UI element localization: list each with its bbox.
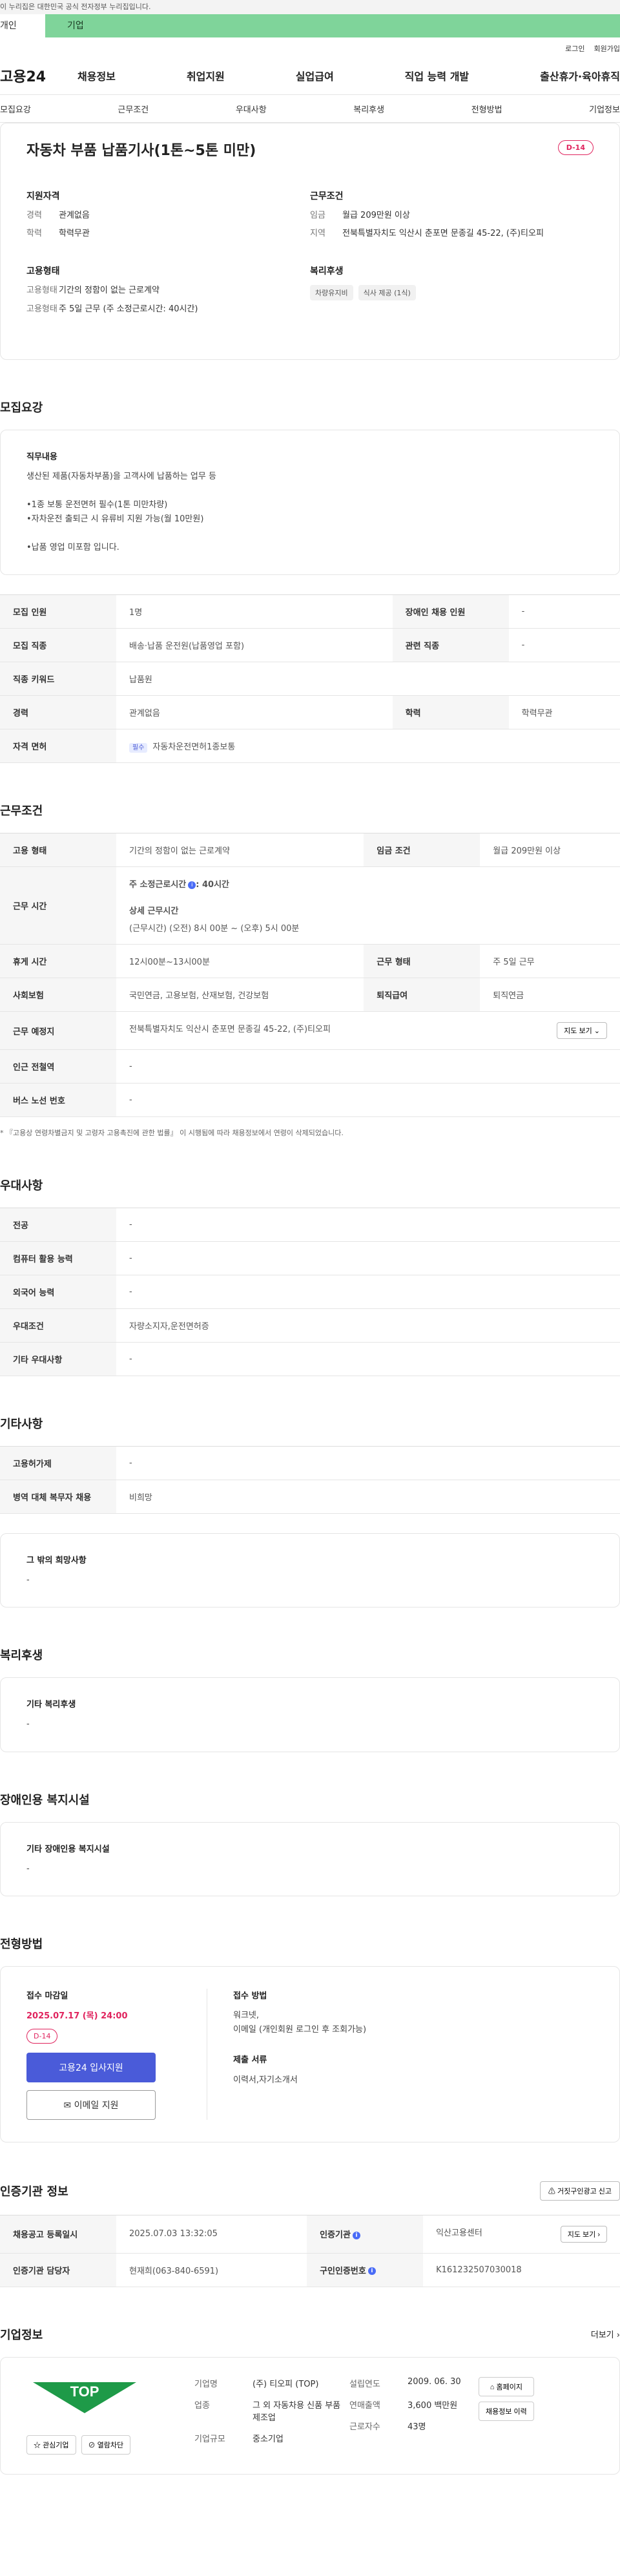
company-box: TOP ☆ 관심기업 ⊘ 열람차단 기업명 (주) 티오피 (TOP) 업종 그 외… xyxy=(0,2356,620,2475)
menu-skill-development[interactable]: 직업 능력 개발 xyxy=(405,68,469,83)
summary-qualifications: 지원자격 경력 관계없음 학력 학력무관 xyxy=(26,191,90,239)
favorite-company-button[interactable]: ☆ 관심기업 xyxy=(26,2435,76,2455)
apply-button[interactable]: 고용24 입사지원 xyxy=(26,2052,156,2082)
job-title: 자동차 부품 납품기사(1톤~5톤 미만) xyxy=(26,143,256,159)
anchor-welfare[interactable]: 복리후생 xyxy=(353,103,384,115)
tab-corporate[interactable]: 기업 xyxy=(45,14,620,37)
process-box: 접수 마감일 2025.07.17 (목) 24:00 D-14 고용24 입사… xyxy=(0,1965,620,2142)
anchor-work[interactable]: 근무조건 xyxy=(118,103,149,115)
section-title-welfare: 복리후생 xyxy=(0,1649,43,1663)
menu-employment-support[interactable]: 취업지원 xyxy=(187,68,225,83)
section-title-other: 기타사항 xyxy=(0,1418,43,1432)
menu-maternity-leave[interactable]: 출산휴가·육아휴직 xyxy=(540,68,620,83)
user-type-tabs: 개인 기업 xyxy=(0,14,620,37)
wish-box: 그 밖의 희망사항 - xyxy=(0,1533,620,1608)
alert-icon: ⚠ xyxy=(548,2187,555,2195)
welfare-chip: 식사 제공 (1식) xyxy=(358,285,416,301)
block-view-button[interactable]: ⊘ 열람차단 xyxy=(81,2435,131,2455)
summary-conditions: 근무조건 임금 월급 209만원 이상 지역 전북특별자치도 익산시 춘포면 문종길… xyxy=(310,191,544,239)
section-title-recruit: 모집요강 xyxy=(0,401,43,415)
duty-box: 직무내용 생산된 제품(자동차부품)을 고객사에 납품하는 업무 등 •1종 보… xyxy=(0,429,620,576)
global-nav: 고용24 채용정보 취업지원 실업급여 직업 능력 개발 출산휴가·육아휴직 xyxy=(0,59,620,92)
block-icon: ⊘ xyxy=(88,2441,96,2449)
job-summary-card: 자동차 부품 납품기사(1톤~5톤 미만) D-14 지원자격 경력 관계없음 학… xyxy=(0,123,620,360)
anchor-recruit[interactable]: 모집요강 xyxy=(0,103,31,115)
section-title-facility: 장애인용 복지시설 xyxy=(0,1793,90,1807)
dday-badge: D-14 xyxy=(26,2028,58,2044)
welfare-chip: 차량유지비 xyxy=(310,285,353,301)
site-logo[interactable]: 고용24 xyxy=(0,65,78,86)
prefer-table: 전공 - 컴퓨터 활용 능력 - 외국어 능력 - 우대조건 자량소지자,운전면허증 기… xyxy=(0,1208,620,1377)
util-bar: 로그인 회원가입 xyxy=(0,37,620,59)
star-icon: ☆ xyxy=(34,2441,41,2449)
required-badge: 필수 xyxy=(129,743,148,753)
summary-employment: 고용형태 고용형태 기간의 정함이 없는 근로계약 고용형태 주 5일 근무 (주 … xyxy=(26,266,198,314)
chevron-right-icon: › xyxy=(616,2330,620,2341)
duty-text: 생산된 제품(자동차부품)을 고객사에 납품하는 업무 등 •1종 보통 운전면… xyxy=(26,471,216,553)
chevron-right-icon: › xyxy=(597,2230,600,2239)
section-title-prefer: 우대사항 xyxy=(0,1179,43,1193)
report-fake-ad-button[interactable]: ⚠ 거짓구인광고 신고 xyxy=(539,2181,620,2201)
recruit-history-button[interactable]: 채용정보 이력 xyxy=(479,2401,534,2421)
tab-personal[interactable]: 개인 xyxy=(0,14,45,37)
cert-table: 채용공고 등록일시 2025.07.03 13:32:05 인증기관 i 익산고용센… xyxy=(0,2214,620,2287)
facility-box: 기타 장애인용 복지시설 - xyxy=(0,1821,620,1896)
signup-link[interactable]: 회원가입 xyxy=(594,43,620,54)
info-icon[interactable]: i xyxy=(367,2267,376,2276)
chevron-down-icon: ⌄ xyxy=(594,1027,600,1036)
homepage-button[interactable]: ⌂ 홈페이지 xyxy=(479,2376,534,2396)
summary-welfare: 복리후생 차량유지비 식사 제공 (1식) xyxy=(310,264,594,301)
info-icon[interactable]: i xyxy=(188,881,196,889)
section-anchor-nav: 모집요강 근무조건 우대사항 복리후생 전형방법 기업정보 xyxy=(0,94,620,123)
menu-job-info[interactable]: 채용정보 xyxy=(78,68,116,83)
section-title-process: 전형방법 xyxy=(0,1937,43,1951)
email-apply-button[interactable]: ✉ 이메일 지원 xyxy=(26,2089,156,2120)
section-title-work: 근무조건 xyxy=(0,804,43,819)
map-view-button[interactable]: 지도 보기 ⌄ xyxy=(557,1022,607,1040)
main-menu: 채용정보 취업지원 실업급여 직업 능력 개발 출산휴가·육아휴직 xyxy=(78,68,620,83)
company-more-link[interactable]: 더보기 › xyxy=(591,2328,620,2340)
logo-text: TOP xyxy=(70,2383,99,2400)
recruit-table: 모집 인원 1명 장애인 채용 인원 - 모집 직종 배송·납품 운전원(납품영업 포… xyxy=(0,594,620,764)
anchor-process[interactable]: 전형방법 xyxy=(471,103,502,115)
section-title-company: 기업정보 xyxy=(0,2328,43,2342)
dday-badge: D-14 xyxy=(557,140,594,155)
work-table: 고용 형태 기간의 정함이 없는 근로계약 임금 조건 월급 209만원 이상 근무… xyxy=(0,833,620,1118)
welfare-box: 기타 복리후생 - xyxy=(0,1677,620,1752)
company-logo: TOP xyxy=(26,2377,143,2416)
anchor-company[interactable]: 기업정보 xyxy=(589,103,620,115)
deadline-date: 2025.07.17 (목) 24:00 xyxy=(26,2011,128,2021)
cert-map-button[interactable]: 지도 보기 › xyxy=(560,2225,607,2243)
mail-icon: ✉ xyxy=(63,2100,72,2111)
home-icon: ⌂ xyxy=(490,2383,495,2391)
other-table: 고용허가제 - 병역 대체 복무자 채용 비희망 xyxy=(0,1446,620,1514)
info-icon[interactable]: i xyxy=(352,2231,360,2239)
menu-unemployment-benefit[interactable]: 실업급여 xyxy=(296,68,334,83)
gov-notice-strip: 이 누리집은 대한민국 공식 전자정부 누리집입니다. xyxy=(0,0,620,14)
anchor-prefer[interactable]: 우대사항 xyxy=(236,103,267,115)
login-link[interactable]: 로그인 xyxy=(565,43,584,54)
age-notice: * 『고용상 연령차별금지 및 고령자 고용촉진에 관한 법률』 이 시행됨에 … xyxy=(0,1129,344,1138)
section-title-cert: 인증기관 정보 xyxy=(0,2184,68,2199)
